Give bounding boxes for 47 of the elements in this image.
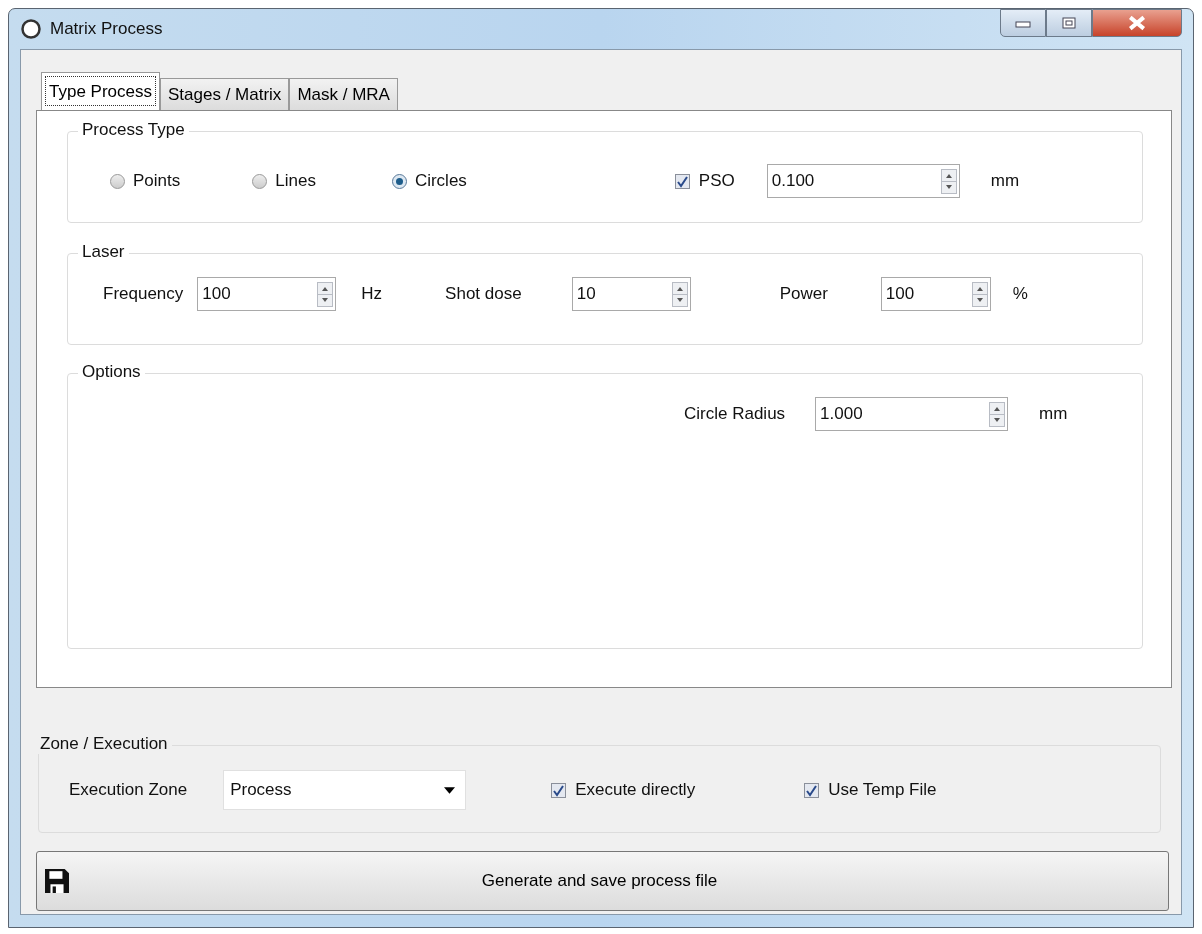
field-label: Shot dose — [445, 284, 522, 304]
number-field[interactable]: 1.000 — [815, 397, 1009, 431]
spinner-icon — [989, 401, 1006, 427]
generate-button[interactable]: Generate and save process file — [36, 851, 1169, 911]
close-icon — [1128, 15, 1146, 31]
group-title: Process Type — [78, 120, 189, 140]
close-button[interactable] — [1092, 9, 1182, 37]
number-field[interactable]: 100 — [197, 277, 337, 311]
spinner-icon — [317, 281, 334, 307]
tab[interactable]: Type Process — [41, 72, 160, 110]
minimize-button[interactable] — [1000, 9, 1046, 37]
maximize-icon — [1061, 17, 1077, 29]
dropdown-arrow-icon — [444, 786, 456, 794]
field-label: Execution Zone — [69, 780, 188, 800]
group-title: Options — [78, 362, 145, 382]
tab[interactable]: Mask / MRA — [289, 78, 398, 110]
spinner-icon — [971, 281, 988, 307]
checkbox-label: Execute directly — [575, 780, 696, 800]
checkbox-label: Use Temp File — [828, 780, 937, 800]
check-mark-icon — [675, 174, 689, 188]
number-field[interactable]: 100 — [880, 277, 991, 311]
checkbox[interactable] — [551, 782, 567, 798]
unit-label: % — [1012, 284, 1028, 304]
radio-option[interactable]: Lines — [252, 171, 316, 191]
checkbox[interactable] — [804, 782, 820, 798]
number-field[interactable]: 0.100 — [766, 164, 960, 198]
number-field[interactable]: 10 — [571, 277, 691, 311]
check-mark-icon — [805, 783, 819, 797]
window-title: Matrix Process — [50, 19, 163, 39]
checkbox[interactable] — [674, 173, 690, 189]
group-title: Zone / Execution — [36, 734, 172, 754]
tab[interactable]: Stages / Matrix — [160, 78, 290, 110]
app-icon — [20, 18, 42, 40]
maximize-button[interactable] — [1046, 9, 1092, 37]
field-label: Circle Radius — [684, 404, 786, 424]
unit-label: mm — [990, 171, 1020, 191]
check-mark-icon — [552, 783, 566, 797]
unit-label: Hz — [361, 284, 383, 304]
field-label: Power — [779, 284, 828, 304]
spinner-icon — [671, 281, 688, 307]
field-label: Frequency — [103, 284, 184, 304]
radio-option[interactable]: Points — [110, 171, 181, 191]
unit-label: mm — [1039, 404, 1068, 424]
radio-option[interactable]: Circles — [391, 171, 467, 191]
checkbox-label: PSO — [698, 171, 735, 191]
dropdown[interactable]: Process — [223, 770, 467, 810]
spinner-icon — [940, 168, 957, 194]
